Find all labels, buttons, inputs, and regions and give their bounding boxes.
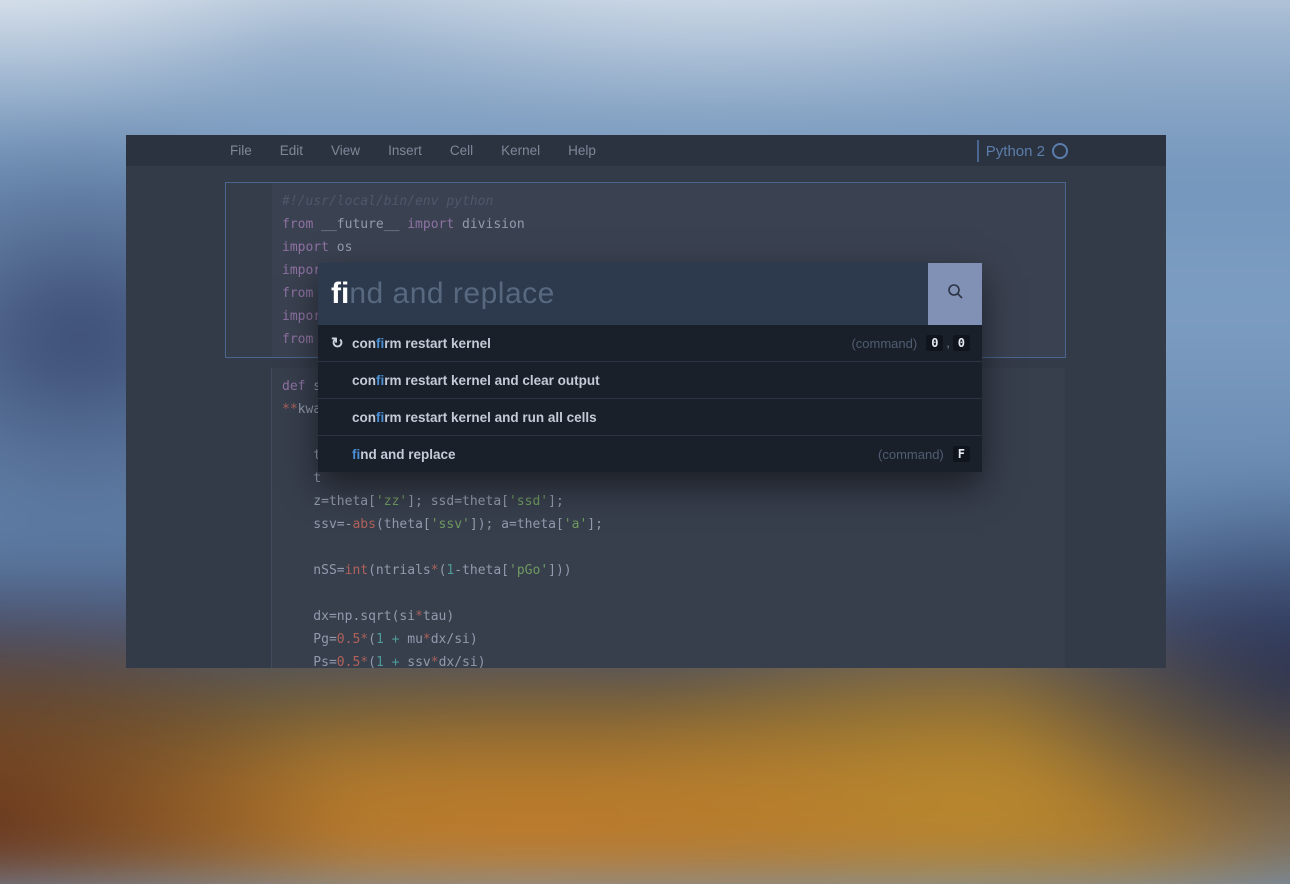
shortcut-key-badge: F [953,446,970,462]
menu-help[interactable]: Help [568,143,596,158]
result-label: find and replace [352,447,878,462]
code-line: z=theta['zz']; ssd=theta['ssd']; [282,490,1055,513]
kernel-idle-icon [1052,143,1068,159]
code-line: dx=np.sqrt(si*tau) [282,605,1055,628]
code-line [282,536,1055,559]
input-typed-text: fi [331,277,349,311]
palette-result-row[interactable]: confirm restart kernel and clear output [318,361,982,398]
result-label: confirm restart kernel and run all cells [352,410,970,425]
code-line [282,582,1055,605]
result-type-label: (command) [851,336,917,351]
key-separator: , [946,336,949,350]
jupyter-notebook-window: File Edit View Insert Cell Kernel Help Python … [126,135,1166,668]
restart-icon: ↻ [331,336,352,351]
menu-edit[interactable]: Edit [280,143,303,158]
code-line: #!/usr/local/bin/env python [282,190,1055,213]
search-button[interactable] [928,263,982,325]
search-icon [946,282,965,306]
code-line: Pg=0.5*(1 + mu*dx/si) [282,628,1055,651]
menubar-items: File Edit View Insert Cell Kernel Help [230,143,596,158]
cell-prompt-area [225,368,271,668]
code-line: Ps=0.5*(1 + ssv*dx/si) [282,651,1055,668]
code-line: from __future__ import division [282,213,1055,236]
kernel-separator [977,140,979,162]
code-line: nSS=int(ntrials*(1-theta['pGo'])) [282,559,1055,582]
menu-kernel[interactable]: Kernel [501,143,540,158]
input-ghost-completion: nd and replace [349,277,555,311]
palette-result-row[interactable]: ↻confirm restart kernel(command)0,0 [318,325,982,361]
cell-prompt-area [226,183,272,357]
result-label: confirm restart kernel [352,336,851,351]
menu-file[interactable]: File [230,143,252,158]
menu-view[interactable]: View [331,143,360,158]
kernel-name: Python 2 [986,143,1045,160]
command-palette-input[interactable]: fi nd and replace [318,263,982,325]
palette-result-row[interactable]: confirm restart kernel and run all cells [318,398,982,435]
menu-cell[interactable]: Cell [450,143,473,158]
code-line: import os [282,236,1055,259]
result-type-label: (command) [878,447,944,462]
command-palette: fi nd and replace ↻confirm restart kerne… [318,263,982,472]
result-label: confirm restart kernel and clear output [352,373,970,388]
palette-result-row[interactable]: find and replace(command) F [318,435,982,472]
code-line: ssv=-abs(theta['ssv']); a=theta['a']; [282,513,1055,536]
menu-insert[interactable]: Insert [388,143,422,158]
command-palette-results: ↻confirm restart kernel(command)0,0confi… [318,325,982,472]
shortcut-key-badge: 0 [926,335,943,351]
kernel-indicator: Python 2 [977,139,1068,163]
shortcut-key-badge: 0 [953,335,970,351]
